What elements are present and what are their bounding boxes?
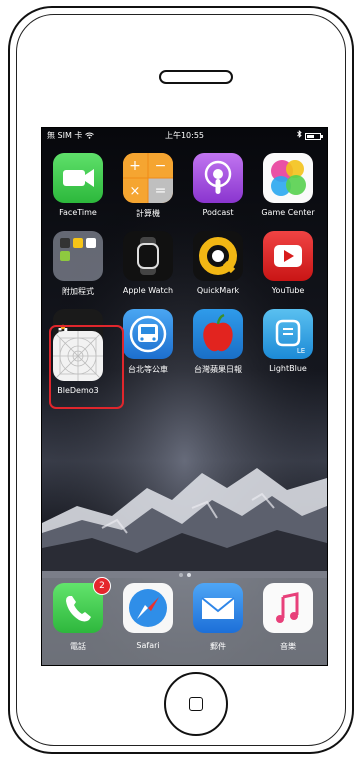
app-game-center[interactable]: Game Center (253, 153, 323, 233)
home-screen: 無 SIM 卡 上午10:55 FaceTime + − × = 計算機 Pod… (41, 127, 328, 666)
music-icon (263, 583, 313, 633)
battery-icon (305, 132, 323, 140)
dock: 2 電話 Safari 郵件 音樂 (42, 571, 327, 665)
app-apple-watch[interactable]: Apple Watch (113, 231, 183, 311)
app-mail[interactable]: 郵件 (183, 583, 253, 663)
mail-icon (193, 583, 243, 633)
app-label: YouTube (271, 286, 305, 295)
home-button[interactable] (164, 672, 228, 736)
status-right-icons (297, 128, 323, 144)
svg-text:−: − (155, 158, 167, 174)
bluetooth-icon (297, 128, 302, 144)
app-phone[interactable]: 2 電話 (43, 577, 113, 663)
highlight-box (49, 325, 124, 409)
lightblue-icon-text: LE (297, 347, 305, 355)
status-bar: 無 SIM 卡 上午10:55 (42, 128, 327, 144)
facetime-icon (53, 153, 103, 203)
svg-text:×: × (130, 184, 141, 199)
podcast-icon (193, 153, 243, 203)
app-extras-folder[interactable]: 附加程式 (43, 231, 113, 311)
apple-daily-icon (193, 309, 243, 359)
app-quickmark[interactable]: QuickMark (183, 231, 253, 311)
lightblue-icon: LE (263, 309, 313, 359)
app-label: 音樂 (280, 642, 296, 651)
earpiece-speaker (159, 70, 233, 84)
taipei-bus-icon (123, 309, 173, 359)
app-label: Game Center (261, 208, 315, 217)
notification-badge: 2 (93, 577, 111, 595)
calculator-icon: + − × = (123, 153, 173, 203)
app-apple-daily[interactable]: 台灣蘋果日報 (183, 309, 253, 389)
app-youtube[interactable]: YouTube (253, 231, 323, 311)
home-button-square-icon (189, 697, 203, 711)
app-calculator[interactable]: + − × = 計算機 (113, 153, 183, 233)
app-music[interactable]: 音樂 (253, 583, 323, 663)
app-facetime[interactable]: FaceTime (43, 153, 113, 233)
extras-folder-icon (53, 231, 103, 281)
safari-icon (123, 583, 173, 633)
game-center-icon (263, 153, 313, 203)
quickmark-icon (193, 231, 243, 281)
svg-text:+: + (129, 158, 141, 174)
app-lightblue[interactable]: LE LightBlue (253, 309, 323, 389)
svg-text:=: = (155, 183, 167, 199)
app-safari[interactable]: Safari (113, 583, 183, 663)
status-time: 上午10:55 (164, 131, 205, 140)
app-label: LightBlue (269, 364, 307, 373)
app-podcast[interactable]: Podcast (183, 153, 253, 233)
apple-watch-icon (123, 231, 173, 281)
youtube-icon (263, 231, 313, 281)
